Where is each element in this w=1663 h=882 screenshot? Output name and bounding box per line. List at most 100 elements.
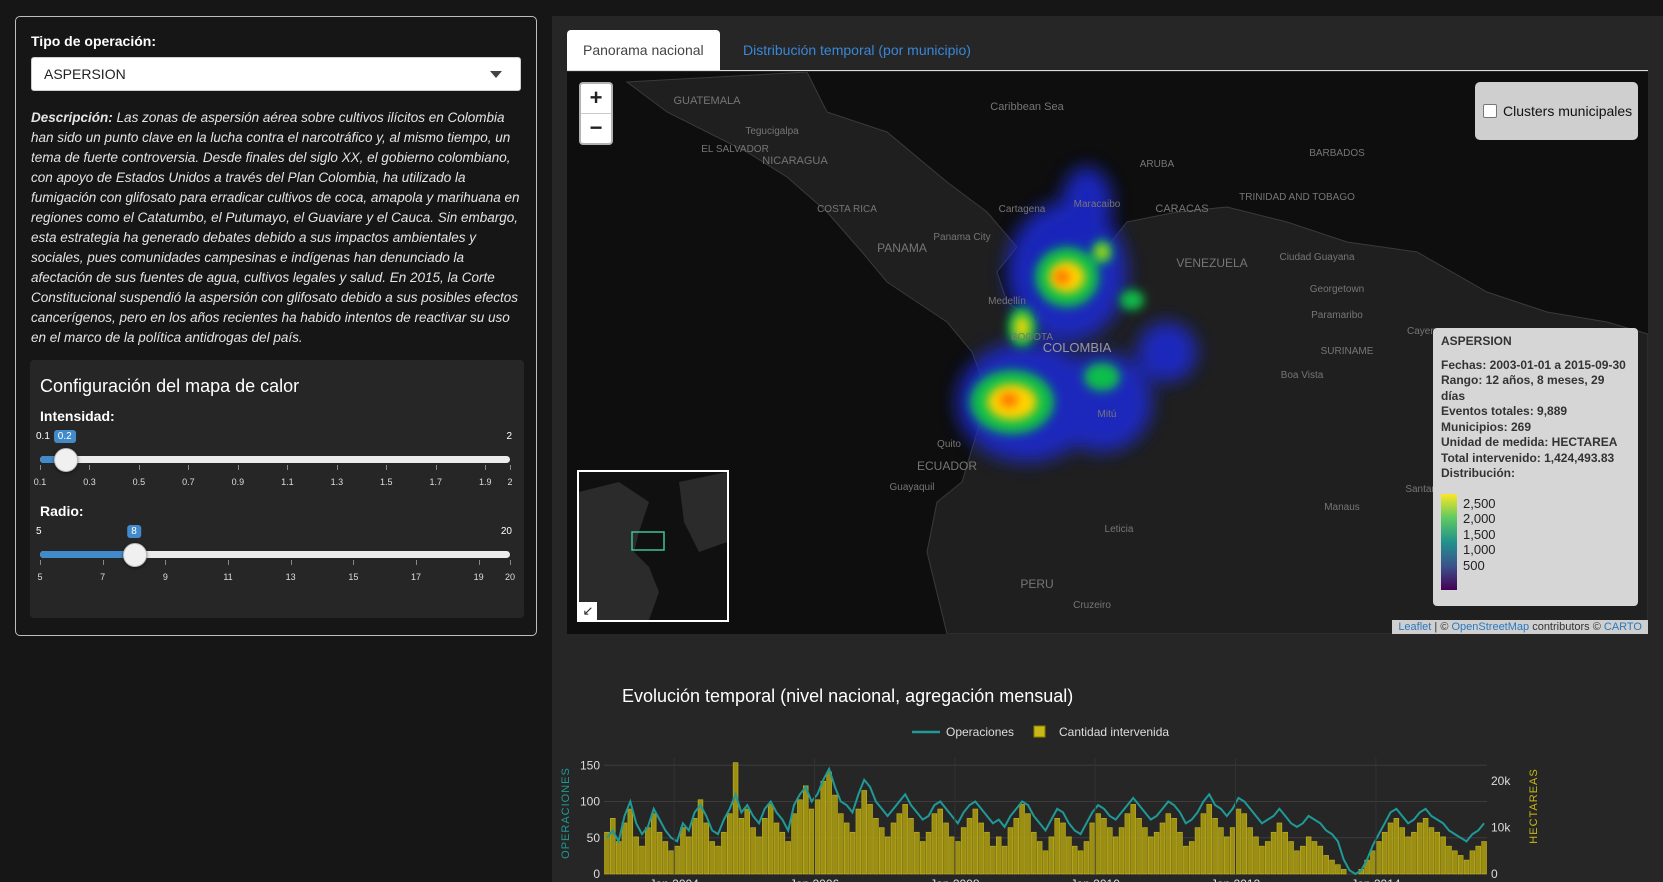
bar xyxy=(1095,813,1101,875)
bar xyxy=(1469,850,1476,875)
bar xyxy=(925,831,932,875)
bar xyxy=(715,845,721,875)
bar xyxy=(879,827,885,875)
bar xyxy=(955,841,961,875)
bar xyxy=(1224,836,1230,875)
tab-distribucion-temporal[interactable]: Distribución temporal (por municipio) xyxy=(727,30,987,70)
intensity-tick xyxy=(287,465,289,470)
carto-link[interactable]: CARTO xyxy=(1604,621,1642,633)
map-place-label: PERU xyxy=(1020,577,1053,591)
bar xyxy=(1136,818,1142,875)
bar xyxy=(1381,831,1388,875)
legend-dates: Fechas: 2003-01-01 a 2015-09-30 xyxy=(1441,357,1626,372)
heatmap-map[interactable]: GUATEMALA Caribbean Sea Tegucigalpa EL SALV… xyxy=(567,72,1648,634)
map-place-label: VENEZUELA xyxy=(1176,256,1247,270)
chevron-down-icon[interactable] xyxy=(490,71,502,78)
bar xyxy=(1159,822,1166,875)
y-left-tick-label: 50 xyxy=(587,831,601,845)
map-place-label: BARBADOS xyxy=(1309,148,1365,159)
bar xyxy=(1300,845,1306,875)
intensity-max-label: 2 xyxy=(506,431,512,442)
legend-label-cantidad: Cantidad intervenida xyxy=(1059,725,1169,739)
leaflet-link[interactable]: Leaflet xyxy=(1398,621,1431,633)
bar xyxy=(1019,804,1025,875)
bar xyxy=(861,790,867,875)
radius-tick-label: 5 xyxy=(37,572,43,582)
map-place-label: Maracaibo xyxy=(1074,199,1121,210)
radius-value-bubble: 8 xyxy=(127,525,141,538)
bar xyxy=(1118,827,1125,875)
legend-swatch-cantidad xyxy=(1033,725,1046,738)
intensity-handle[interactable] xyxy=(53,448,78,472)
scale-label: 1,500 xyxy=(1463,526,1496,542)
legend-distribution-label: Distribución: xyxy=(1441,466,1515,480)
sidebar-panel: Tipo de operación: ASPERSION Descripción… xyxy=(15,16,537,636)
x-tick-label: Jan 2010 xyxy=(1071,877,1121,882)
bar xyxy=(808,808,815,875)
bar xyxy=(919,841,926,875)
map-place-label: COSTA RICA xyxy=(817,204,877,215)
radius-tick-label: 7 xyxy=(100,572,106,582)
radius-slider[interactable]: 5 20 8 5 7 9 11 13 15 17 19 20 xyxy=(36,505,515,582)
bar xyxy=(662,841,669,875)
zoom-out-button[interactable]: − xyxy=(581,113,611,143)
bar xyxy=(1393,818,1400,875)
operation-type-select[interactable]: ASPERSION xyxy=(31,57,521,91)
y-right-tick-label: 10k xyxy=(1491,821,1511,835)
bar xyxy=(668,850,674,875)
bar xyxy=(738,818,745,875)
bar xyxy=(1294,850,1300,875)
tab-panorama-nacional[interactable]: Panorama nacional xyxy=(567,30,720,70)
bar xyxy=(1031,831,1037,875)
bar xyxy=(1259,845,1265,875)
bar xyxy=(873,818,879,875)
bar xyxy=(1194,827,1201,875)
intensity-tick-label: 0.5 xyxy=(132,477,146,487)
radius-tick-label: 11 xyxy=(223,572,233,582)
bar xyxy=(691,818,698,875)
minimap-toggle-icon[interactable]: ↙ xyxy=(579,602,597,620)
intensity-slider[interactable]: 0.1 2 0.2 0.1 0.3 0.5 0.7 0.9 1.1 1.3 1.5 1.7 1.9 2 xyxy=(34,410,513,487)
radius-handle[interactable] xyxy=(123,543,147,567)
bar xyxy=(1376,841,1382,875)
osm-link[interactable]: OpenStreetMap xyxy=(1451,621,1529,633)
radius-fill xyxy=(40,551,134,558)
bar xyxy=(1405,836,1411,875)
bar xyxy=(1001,845,1008,875)
y-right-tick-label: 0 xyxy=(1491,867,1498,881)
bar xyxy=(727,813,733,875)
bar xyxy=(773,822,780,875)
radius-tick xyxy=(228,560,229,565)
minimap[interactable]: ↙ xyxy=(577,470,729,622)
operation-type-label: Tipo de operación: xyxy=(31,33,156,49)
bar xyxy=(1457,855,1464,875)
intensity-track[interactable] xyxy=(40,456,510,463)
bar xyxy=(978,822,984,875)
bar xyxy=(703,822,710,875)
scale-label: 500 xyxy=(1463,557,1485,573)
bar xyxy=(674,845,680,875)
bar xyxy=(1428,827,1435,875)
bar xyxy=(960,827,967,875)
bar xyxy=(1171,818,1177,875)
bar xyxy=(697,799,704,875)
zoom-in-button[interactable]: + xyxy=(581,84,611,113)
color-scale-bar xyxy=(1441,493,1457,590)
intensity-value-bubble: 0.2 xyxy=(53,430,76,443)
radius-tick-label: 20 xyxy=(504,572,516,582)
map-attribution: Leaflet | © OpenStreetMap contributors ©… xyxy=(1392,620,1648,634)
bar xyxy=(1288,841,1294,875)
bar xyxy=(1165,813,1172,875)
bar xyxy=(1036,841,1043,875)
color-scale: 2,500 2,000 1,500 1,000 500 xyxy=(1441,488,1630,598)
map-place-label: GUATEMALA xyxy=(673,95,741,107)
bar xyxy=(1311,841,1318,875)
bar xyxy=(762,818,768,875)
radius-max-label: 20 xyxy=(500,526,512,537)
clusters-control[interactable]: Clusters municipales xyxy=(1475,82,1638,140)
clusters-checkbox[interactable] xyxy=(1483,104,1497,118)
bar xyxy=(1446,845,1452,875)
bar xyxy=(1183,845,1189,875)
y-left-tick-label: 150 xyxy=(580,758,600,772)
bar xyxy=(1282,831,1288,875)
